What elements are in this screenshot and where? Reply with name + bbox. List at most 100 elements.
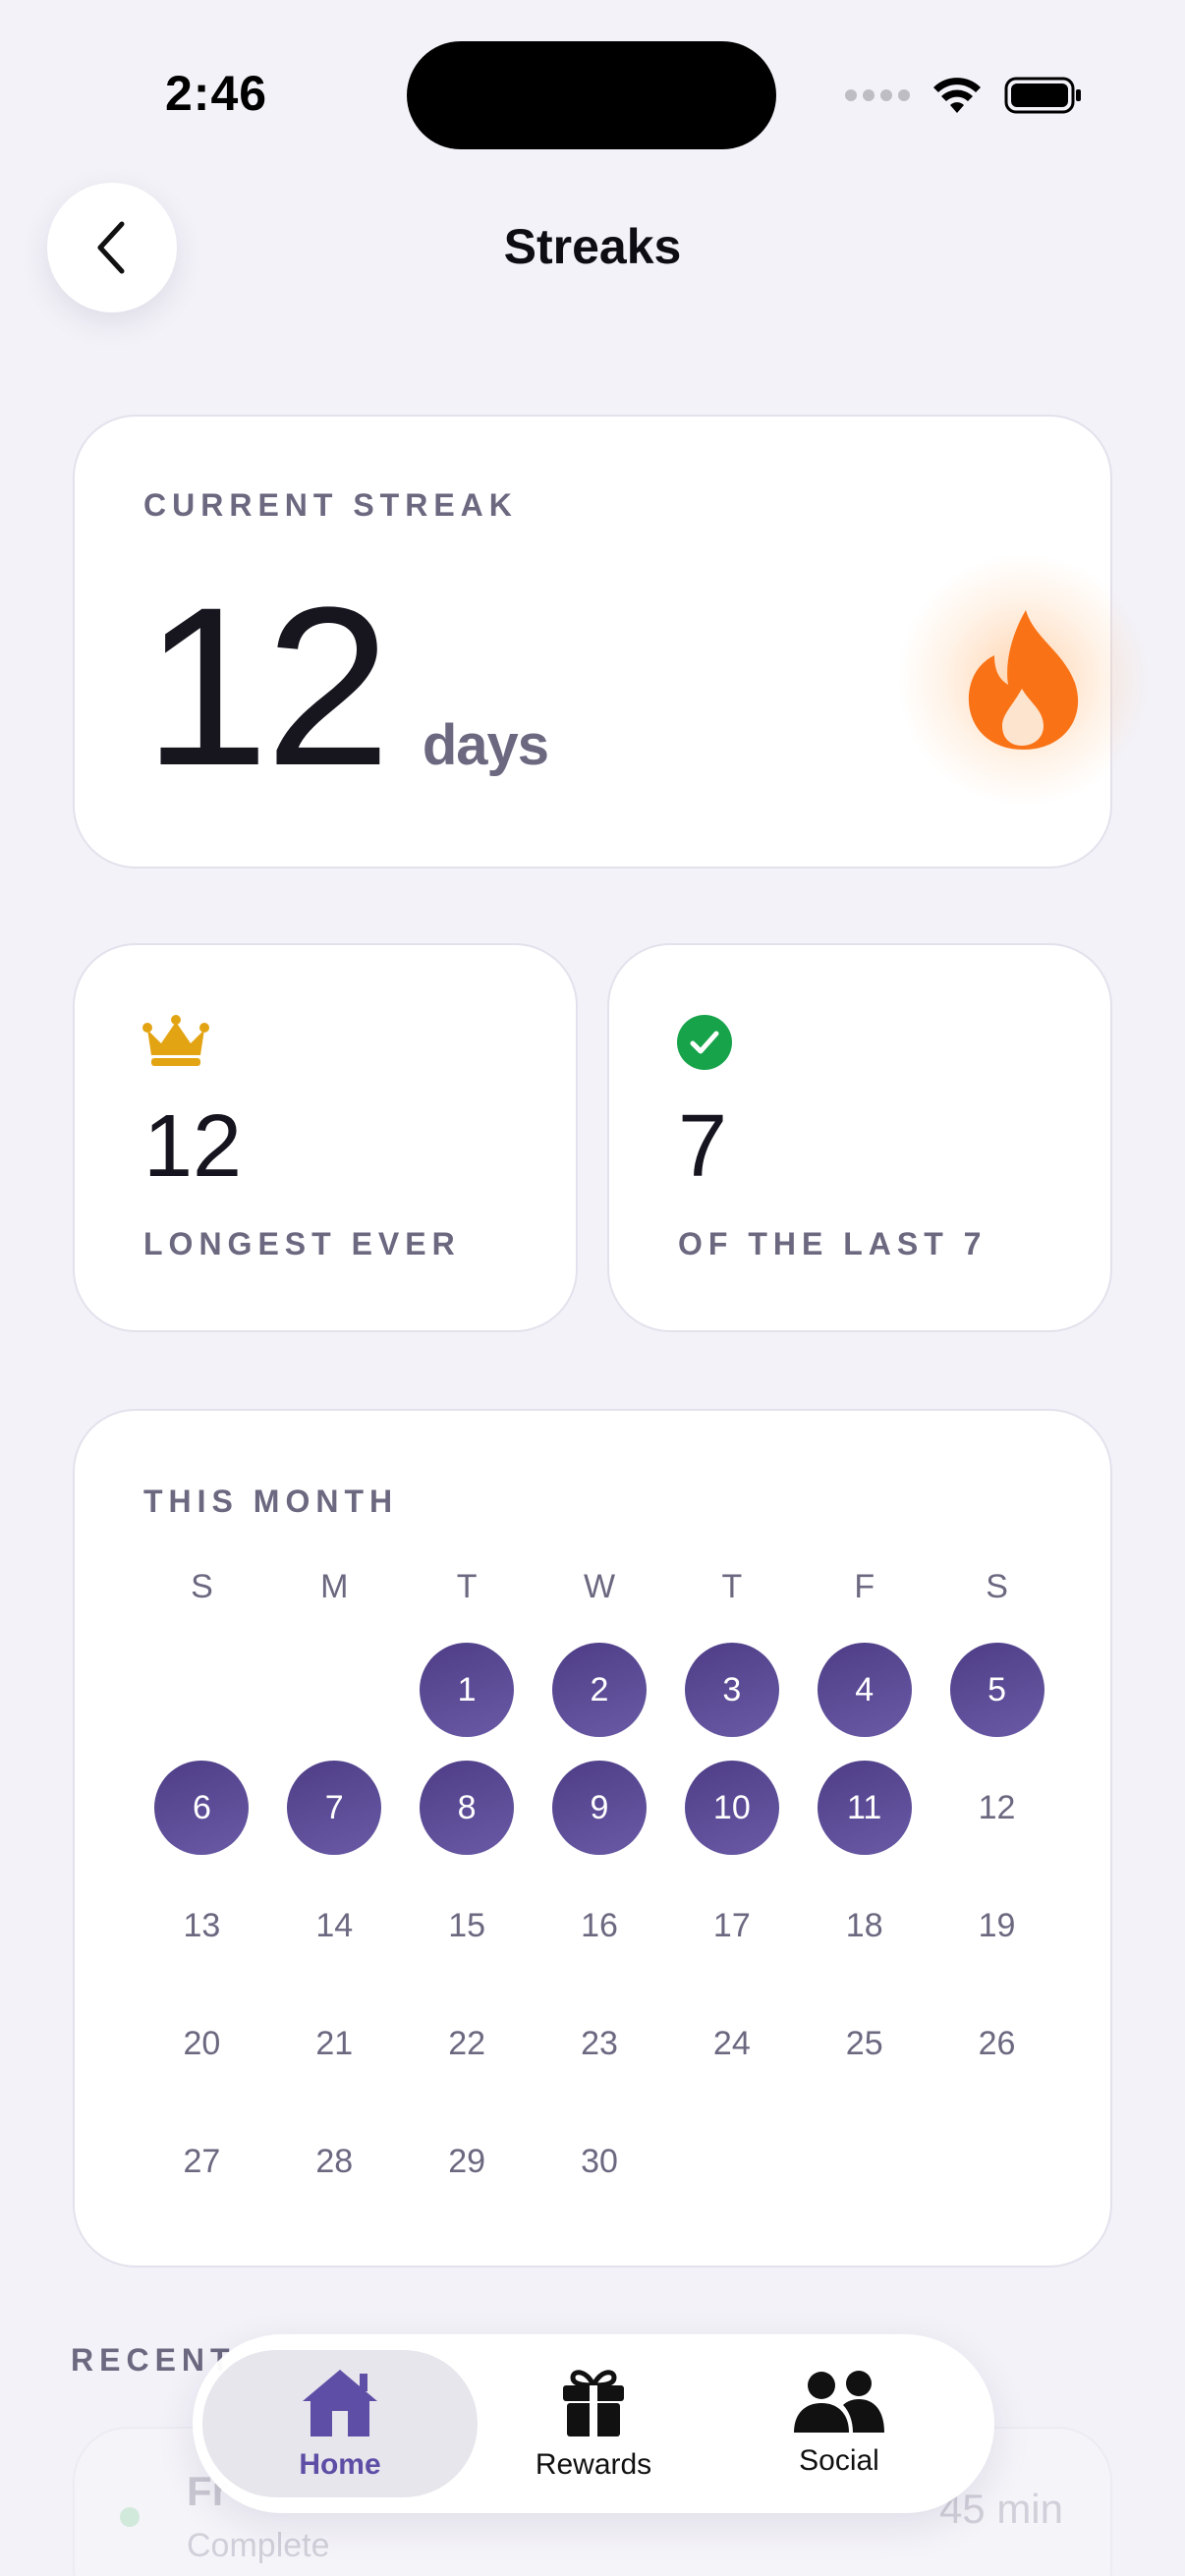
calendar-day-number: 12 [978, 1788, 1016, 1826]
calendar-day-number: 19 [978, 1906, 1016, 1944]
calendar-day[interactable]: 30 [534, 2102, 666, 2220]
calendar-day-number: 8 [420, 1761, 515, 1855]
current-streak-unit: days [422, 713, 549, 777]
longest-streak-label: LONGEST EVER [143, 1226, 461, 1261]
tab-social[interactable]: Social [733, 2350, 945, 2497]
calendar-day-completed[interactable]: 1 [401, 1631, 534, 1749]
calendar-day-number: 11 [817, 1761, 912, 1855]
calendar-day-number: 9 [551, 1761, 647, 1855]
weekday-label: T [456, 1568, 478, 1605]
calendar-day-number: 28 [315, 2142, 354, 2180]
calendar-day-number: 15 [448, 1906, 486, 1944]
cellular-icon [845, 89, 910, 101]
calendar-day-number: 29 [448, 2142, 486, 2180]
weekday-label: T [721, 1568, 743, 1605]
weekday-label: S [986, 1568, 1008, 1605]
calendar-empty-cell [268, 1631, 401, 1749]
crown-icon-wrap [141, 1014, 210, 1072]
calendar-day[interactable]: 26 [931, 1985, 1063, 2102]
calendar-day-completed[interactable]: 7 [268, 1749, 401, 1867]
dynamic-island [407, 41, 776, 149]
calendar-day[interactable]: 25 [798, 1985, 931, 2102]
calendar-day-completed[interactable]: 8 [401, 1749, 534, 1867]
calendar-day-completed[interactable]: 3 [665, 1631, 798, 1749]
wifi-icon [933, 78, 981, 113]
calendar-day-number: 30 [581, 2142, 618, 2180]
calendar-day-number: 16 [581, 1906, 618, 1944]
gift-icon [563, 2370, 624, 2436]
calendar-day-completed[interactable]: 4 [798, 1631, 931, 1749]
calendar-day-number: 4 [817, 1643, 912, 1737]
home-icon [303, 2370, 377, 2436]
calendar-day-completed[interactable]: 11 [798, 1749, 931, 1867]
status-time: 2:46 [165, 66, 268, 121]
calendar-day[interactable]: 20 [136, 1985, 268, 2102]
calendar-day[interactable]: 27 [136, 2102, 268, 2220]
last-seven-value: 7 [678, 1097, 728, 1196]
check-icon-wrap [676, 1014, 733, 1076]
calendar-day-number: 14 [315, 1906, 354, 1944]
calendar-day-number: 2 [551, 1643, 647, 1737]
flame-icon [968, 610, 1079, 750]
current-streak-card: CURRENT STREAK 12 days [73, 415, 1152, 868]
calendar-day[interactable]: 13 [136, 1867, 268, 1985]
calendar-day[interactable]: 28 [268, 2102, 401, 2220]
weekday-label: F [854, 1568, 875, 1605]
tab-bar: Home Rewards Social [193, 2334, 994, 2513]
calendar-day-number: 1 [420, 1643, 515, 1737]
calendar-day[interactable]: 18 [798, 1867, 931, 1985]
calendar-day[interactable]: 15 [401, 1867, 534, 1985]
calendar-day[interactable]: 23 [534, 1985, 666, 2102]
longest-streak-value: 12 [143, 1097, 243, 1196]
calendar-day-number: 25 [845, 2024, 883, 2062]
current-streak-label: CURRENT STREAK [143, 487, 518, 523]
status-icons [845, 71, 1083, 120]
status-dot [120, 2507, 140, 2527]
calendar-day[interactable]: 24 [665, 1985, 798, 2102]
calendar-day-completed[interactable]: 2 [534, 1631, 666, 1749]
calendar-day-number: 6 [154, 1761, 250, 1855]
calendar-grid: 1 2 3 4 5 6 7 8 9 10 11 12 13 14 15 16 17 18 19 20 21 22 23 24 2… [136, 1631, 1063, 2220]
calendar-day-number: 10 [684, 1761, 779, 1855]
calendar-day-completed[interactable]: 10 [665, 1749, 798, 1867]
tab-rewards-label: Rewards [535, 2448, 652, 2481]
calendar-day[interactable]: 16 [534, 1867, 666, 1985]
last-seven-card: 7 OF THE LAST 7 [607, 943, 1112, 1332]
weekday-label: S [191, 1568, 213, 1605]
calendar-day-completed[interactable]: 9 [534, 1749, 666, 1867]
calendar-day[interactable]: 21 [268, 1985, 401, 2102]
calendar-day[interactable]: 12 [931, 1749, 1063, 1867]
calendar-day-number: 22 [448, 2024, 486, 2062]
tab-home[interactable]: Home [202, 2350, 478, 2497]
calendar-day-number: 17 [712, 1906, 751, 1944]
longest-streak-card: 12 LONGEST EVER [73, 943, 578, 1332]
this-month-card: THIS MONTH SMTWTFS 1 2 3 4 5 6 7 8 9 10 11 12 13 14 15… [73, 1409, 1112, 2268]
calendar-day-number: 3 [684, 1643, 779, 1737]
calendar-day[interactable]: 19 [931, 1867, 1063, 1985]
calendar-day-number: 26 [978, 2024, 1016, 2062]
tab-social-label: Social [799, 2444, 879, 2477]
calendar-empty-cell [136, 1631, 268, 1749]
calendar-day-number: 13 [183, 1906, 221, 1944]
tab-rewards[interactable]: Rewards [487, 2350, 700, 2497]
tab-home-label: Home [299, 2448, 381, 2481]
calendar-day-number: 5 [949, 1643, 1044, 1737]
recent-session-subtitle: Complete [187, 2527, 330, 2564]
calendar-day-number: 23 [581, 2024, 618, 2062]
current-streak-number: 12 [143, 560, 391, 812]
calendar-day[interactable]: 29 [401, 2102, 534, 2220]
calendar-day-completed[interactable]: 5 [931, 1631, 1063, 1749]
current-streak-value: 12 days [143, 560, 549, 812]
calendar-day-completed[interactable]: 6 [136, 1749, 268, 1867]
calendar-day-number: 27 [183, 2142, 221, 2180]
weekday-label: W [583, 1568, 616, 1605]
calendar-day-number: 21 [315, 2024, 354, 2062]
page-title: Streaks [503, 219, 682, 274]
calendar-day[interactable]: 22 [401, 1985, 534, 2102]
people-icon [794, 2371, 884, 2433]
last-seven-label: OF THE LAST 7 [678, 1226, 988, 1261]
battery-icon [1004, 77, 1081, 114]
crown-icon [142, 1015, 209, 1066]
calendar-day[interactable]: 17 [665, 1867, 798, 1985]
calendar-day[interactable]: 14 [268, 1867, 401, 1985]
